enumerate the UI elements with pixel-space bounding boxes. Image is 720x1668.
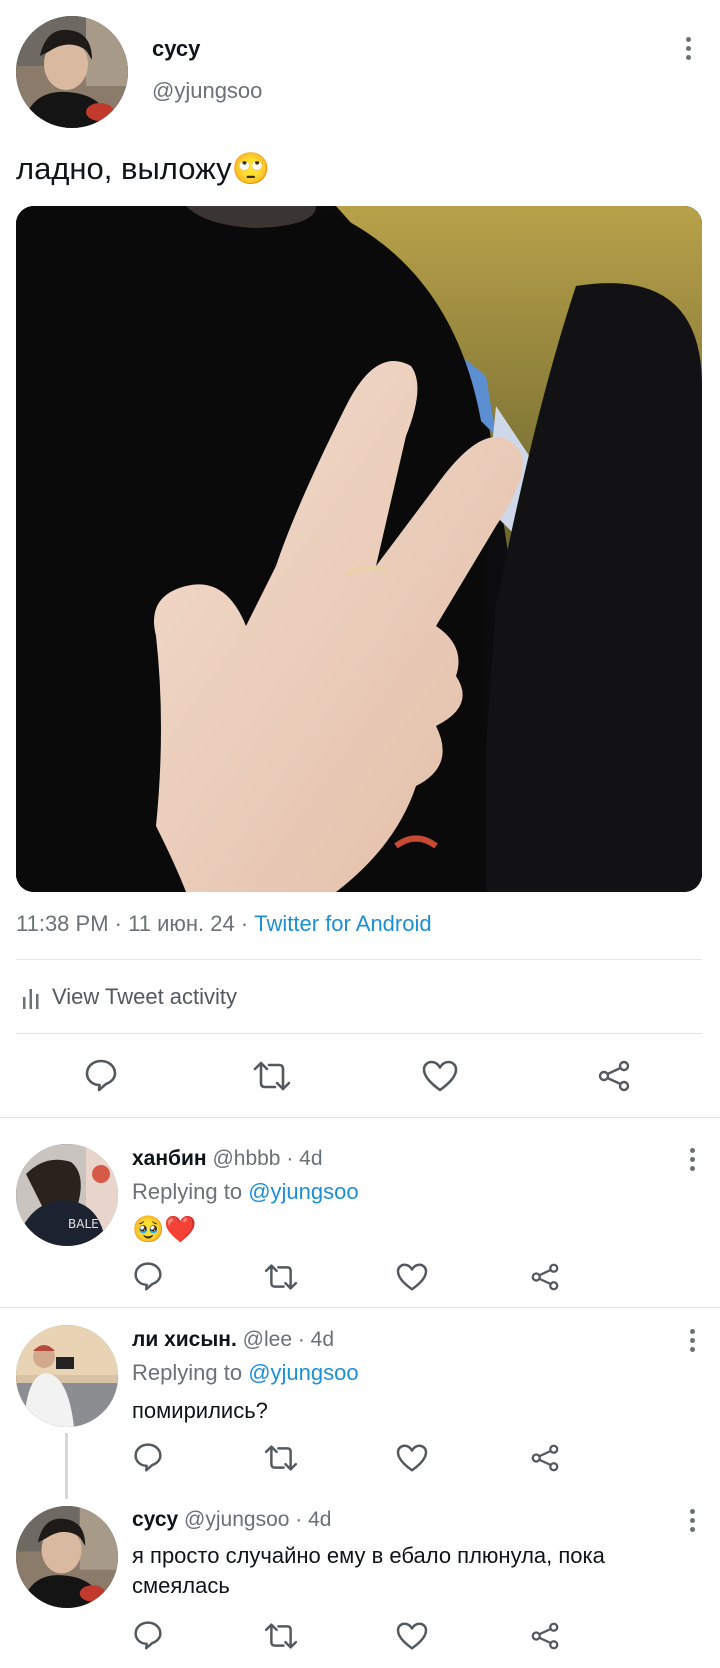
replying-to: Replying to @yjungsoo <box>132 1360 359 1385</box>
retweet-icon <box>253 1061 291 1091</box>
reply-icon <box>134 1262 162 1291</box>
author-handle[interactable]: @yjungsoo <box>152 78 262 104</box>
reply-author-name[interactable]: ли хисын. <box>132 1328 237 1351</box>
reply-header: ханбин @hbbb · 4d <box>132 1147 323 1171</box>
share-button[interactable] <box>530 1263 560 1291</box>
reply-header: ли хисын. @lee · 4d <box>132 1328 334 1352</box>
reply-age: · 4d <box>295 1508 332 1531</box>
more-options-icon[interactable] <box>673 33 703 63</box>
share-icon <box>531 1263 559 1291</box>
activity-label: View Tweet activity <box>52 984 238 1009</box>
divider <box>16 1033 702 1034</box>
replying-to-mention[interactable]: @yjungsoo <box>248 1360 358 1385</box>
tweet-source-link[interactable]: Twitter for Android <box>254 911 431 936</box>
reply-author-handle[interactable]: @lee <box>243 1328 292 1351</box>
reply-button[interactable] <box>84 1058 118 1092</box>
replying-to-mention[interactable]: @yjungsoo <box>248 1179 358 1204</box>
like-button[interactable] <box>396 1444 428 1472</box>
retweet-icon <box>264 1623 298 1649</box>
reply-age: · 4d <box>297 1328 335 1351</box>
share-icon <box>531 1444 559 1472</box>
share-icon <box>531 1622 559 1650</box>
share-icon <box>598 1060 630 1092</box>
retweet-icon <box>264 1264 298 1290</box>
reply-icon <box>134 1443 162 1472</box>
retweet-button[interactable] <box>264 1444 298 1472</box>
reply-icon <box>134 1621 162 1650</box>
reply-text: 🥹❤️ <box>132 1214 197 1244</box>
retweet-button[interactable] <box>264 1263 298 1291</box>
svg-text:BALE: BALE <box>68 1217 99 1231</box>
view-tweet-activity-button[interactable]: View Tweet activity <box>22 984 237 1010</box>
like-icon <box>396 1263 428 1291</box>
author-avatar[interactable] <box>16 16 128 128</box>
reply-author-name[interactable]: сусу <box>132 1508 178 1531</box>
retweet-button[interactable] <box>264 1622 298 1650</box>
like-icon <box>422 1060 458 1092</box>
tweet-text: ладно, выложу🙄 <box>16 151 271 186</box>
reply-button[interactable] <box>133 1442 163 1472</box>
reply-text: помирились? <box>132 1398 268 1423</box>
tweet-time: 11:38 PM <box>16 911 109 936</box>
retweet-button[interactable] <box>253 1060 291 1092</box>
retweet-icon <box>264 1445 298 1471</box>
like-button[interactable] <box>396 1622 428 1650</box>
reply-header: сусу @yjungsoo · 4d <box>132 1508 331 1532</box>
divider <box>0 1117 720 1118</box>
reply-avatar[interactable] <box>16 1325 118 1427</box>
reply-author-handle[interactable]: @yjungsoo <box>184 1508 289 1531</box>
reply-avatar[interactable] <box>16 1506 118 1608</box>
tweet-emoji: 🙄 <box>231 151 271 186</box>
reply-text: я просто случайно ему в ебало плюнула, п… <box>132 1543 605 1598</box>
divider <box>0 1307 720 1308</box>
more-options-icon[interactable] <box>677 1505 707 1535</box>
bar-chart-icon <box>23 989 39 1009</box>
reply-author-handle[interactable]: @hbbb <box>212 1147 280 1170</box>
divider <box>16 959 702 960</box>
reply-button[interactable] <box>133 1261 163 1291</box>
tweet-media-image[interactable] <box>16 206 702 892</box>
thread-line <box>65 1433 68 1499</box>
reply-button[interactable] <box>133 1620 163 1650</box>
more-options-icon[interactable] <box>677 1325 707 1355</box>
reply-author-name[interactable]: ханбин <box>132 1147 207 1170</box>
like-icon <box>396 1444 428 1472</box>
like-button[interactable] <box>396 1263 428 1291</box>
share-button[interactable] <box>530 1622 560 1650</box>
share-button[interactable] <box>530 1444 560 1472</box>
like-button[interactable] <box>422 1060 458 1092</box>
like-icon <box>396 1622 428 1650</box>
more-options-icon[interactable] <box>677 1144 707 1174</box>
tweet-date: 11 июн. 24 <box>128 911 235 936</box>
author-name[interactable]: сусу <box>152 36 200 62</box>
replying-to: Replying to @yjungsoo <box>132 1179 359 1204</box>
reply-avatar[interactable]: BALE <box>16 1144 118 1246</box>
share-button[interactable] <box>597 1060 631 1092</box>
reply-age: · 4d <box>286 1147 323 1170</box>
tweet-meta: 11:38 PM · 11 июн. 24 · Twitter for Andr… <box>16 911 432 936</box>
reply-icon <box>85 1059 117 1092</box>
